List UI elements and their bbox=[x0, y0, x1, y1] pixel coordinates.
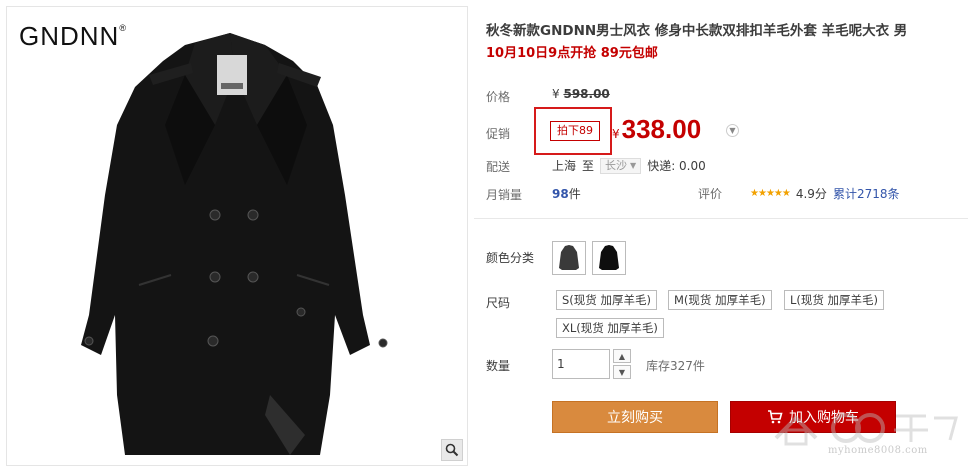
ship-city: 长沙 bbox=[605, 158, 628, 172]
sales-count: 98 bbox=[552, 187, 569, 201]
sales-unit: 件 bbox=[568, 187, 581, 201]
zoom-icon bbox=[445, 443, 459, 457]
size-option-m[interactable]: M(现货 加厚羊毛) bbox=[668, 290, 772, 310]
quantity-increase-button[interactable]: ▲ bbox=[613, 349, 631, 363]
promo-highlight-box bbox=[534, 107, 612, 155]
quantity-input[interactable] bbox=[552, 349, 610, 379]
monthly-sales: 98件 bbox=[552, 185, 581, 202]
size-label: 尺码 bbox=[486, 296, 511, 310]
stock-count: 库存327件 bbox=[646, 359, 705, 373]
rating-score: 4.9分 bbox=[795, 187, 827, 201]
ship-city-select[interactable]: 长沙 ▼ bbox=[600, 157, 642, 174]
product-main-image[interactable] bbox=[65, 15, 415, 463]
watermark-url: myhome8008.com bbox=[828, 445, 928, 456]
shipping-label: 配送 bbox=[486, 160, 511, 174]
coat-thumbnail-icon bbox=[599, 245, 619, 270]
product-image-panel: GNDNN® bbox=[6, 6, 468, 466]
coat-thumbnail-icon bbox=[559, 245, 579, 270]
rating-info: 评价 ★★★★★ 4.9分 累计2718条 bbox=[698, 185, 899, 202]
product-subtitle: 10月10日9点开抢 89元包邮 bbox=[486, 46, 658, 61]
chevron-down-icon[interactable]: ▼ bbox=[726, 124, 739, 137]
product-title: 秋冬新款GNDNN男士风衣 修身中长款双排扣羊毛外套 羊毛呢大衣 男 bbox=[486, 23, 908, 39]
ship-to-word: 至 bbox=[582, 159, 595, 173]
quantity-decrease-button[interactable]: ▼ bbox=[613, 365, 631, 379]
quantity-label: 数量 bbox=[486, 359, 511, 373]
size-option-xl[interactable]: XL(现货 加厚羊毛) bbox=[556, 318, 664, 338]
size-option-l[interactable]: L(现货 加厚羊毛) bbox=[784, 290, 885, 310]
arrow-up-icon: ▲ bbox=[618, 351, 626, 361]
zoom-button[interactable] bbox=[441, 439, 463, 461]
city-chevron-icon: ▼ bbox=[630, 160, 637, 170]
promo-amount: 338.00 bbox=[621, 114, 702, 144]
watermark-logo-icon bbox=[774, 413, 958, 446]
promo-label: 促销 bbox=[486, 127, 511, 141]
section-divider bbox=[474, 218, 968, 219]
color-option-dark-grey[interactable] bbox=[552, 241, 586, 275]
buy-now-label: 立刻购买 bbox=[607, 410, 663, 426]
review-count-link[interactable]: 累计2718条 bbox=[833, 185, 900, 202]
shipping-info: 上海 至 长沙 ▼ 快递: 0.00 bbox=[552, 157, 706, 174]
sales-label: 月销量 bbox=[486, 188, 523, 202]
price-label: 价格 bbox=[486, 90, 511, 104]
rating-stars: ★★★★★ bbox=[750, 188, 791, 199]
original-price: ¥ 598.00 bbox=[552, 87, 610, 101]
buy-now-button[interactable]: 立刻购买 bbox=[552, 401, 718, 433]
arrow-down-icon: ▼ bbox=[618, 367, 626, 377]
original-currency: ¥ bbox=[552, 87, 560, 101]
color-label: 颜色分类 bbox=[486, 251, 535, 265]
price-box: 价格 ¥ 598.00 促销 拍下89 ¥338.00 ▼ 配送 上海 至 长沙… bbox=[474, 76, 968, 210]
express-fee: 快递: 0.00 bbox=[647, 159, 706, 173]
promo-currency: ¥ bbox=[612, 127, 620, 141]
original-amount: 598.00 bbox=[563, 87, 610, 101]
ship-from: 上海 bbox=[552, 159, 577, 173]
color-option-black[interactable] bbox=[592, 241, 626, 275]
promo-price: ¥338.00 bbox=[612, 114, 701, 145]
site-watermark: myhome8008.com bbox=[766, 408, 966, 466]
rating-label: 评价 bbox=[698, 187, 723, 201]
size-option-s[interactable]: S(现货 加厚羊毛) bbox=[556, 290, 657, 310]
product-header: 秋冬新款GNDNN男士风衣 修身中长款双排扣羊毛外套 羊毛呢大衣 男 10月10… bbox=[486, 22, 966, 63]
